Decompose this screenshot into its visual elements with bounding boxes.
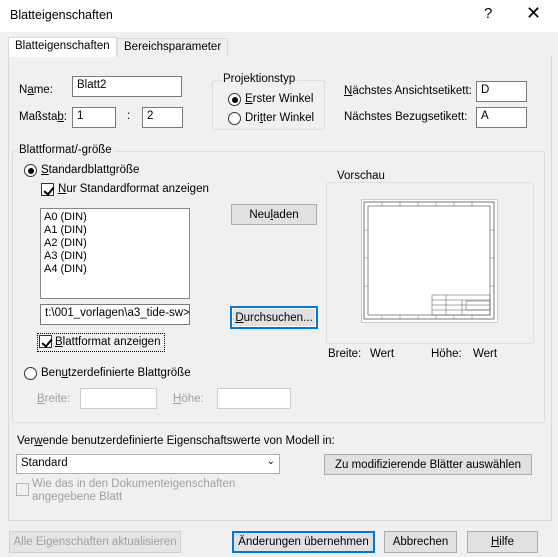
list-item[interactable]: A4 (DIN) [44,263,186,276]
help-title-button[interactable]: ? [484,5,492,22]
update-all-button[interactable]: Alle Eigenschaften aktualisieren [9,531,181,553]
custom-size-radio[interactable]: Benutzerdefinierte Blattgröße [24,366,204,381]
show-format-checkbox[interactable]: Blattformat anzeigen [37,333,165,352]
same-as-doc-checkbox[interactable]: Wie das in den Dokumenteigenschaften ange… [16,478,276,508]
modify-sheets-button[interactable]: Zu modifizierende Blätter auswählen [324,454,532,475]
checkbox-indicator [41,183,54,196]
radio-indicator [24,164,37,177]
scale-separator: : [127,110,131,122]
props-label: Verwende benutzerdefinierte Eigenschafts… [17,435,335,447]
next-view-input[interactable]: D [476,81,527,102]
preview-height-label: Höhe: [431,348,462,360]
sheet-preview [361,199,498,323]
preview-height-value: Wert [473,348,498,360]
list-item[interactable]: A3 (DIN) [44,250,186,263]
reload-button[interactable]: Neu l aden [231,204,317,225]
preview-width-label: Breite: [328,348,362,360]
custom-width-label: Breite: [37,393,71,405]
tab-bereichsparameter[interactable]: Bereichsparameter [117,38,229,57]
custom-width-input[interactable] [80,388,157,409]
title-bar: Blatteigenschaften ? ✕ [0,0,558,32]
preview-title: Vorschau [335,170,387,182]
size-listbox[interactable]: A0 (DIN) A1 (DIN) A2 (DIN) A3 (DIN) A4 (… [40,208,190,299]
next-ref-label: Nächstes Bezugsetikett: [344,111,468,123]
projection-third-label: Dritter Winkel [245,112,315,124]
checkbox-indicator [16,483,29,496]
props-select[interactable]: Standard ⌄ [16,454,280,474]
preview-width-value: Wert [370,348,395,360]
window-title: Blatteigenschaften [10,8,113,22]
tab-label: Bereichsparameter [124,41,222,53]
tab-blatteigenschaften[interactable]: Blatteigenschaften [8,37,117,57]
template-path-input[interactable]: t:\001_vorlagen\a3_tide-sw> [40,304,190,325]
custom-height-label: Höhe: [173,393,204,405]
sheet-preview-drawing [363,201,495,320]
props-select-value: Standard [21,457,68,469]
radio-indicator [24,367,37,380]
projection-first-radio[interactable]: Erster Winkel [228,92,323,107]
projection-title: Projektionstyp [221,73,298,85]
scale-denominator-input[interactable]: 2 [142,107,183,128]
cancel-button[interactable]: Abbrechen [384,531,457,553]
custom-size-label: Benutzerdefinierte Blattgröße [41,367,191,379]
scale-label: Maßstab: [19,111,67,123]
radio-indicator [228,93,241,106]
custom-height-input[interactable] [217,388,291,409]
show-format-label: Blattformat anzeigen [55,336,161,348]
projection-first-label: Erster Winkel [245,93,314,105]
name-label: Name: [19,84,53,96]
help-button[interactable]: Hilfe [467,531,538,553]
same-as-doc-label: Wie das in den Dokumenteigenschaften ange… [32,478,236,503]
list-item[interactable]: A1 (DIN) [44,224,186,237]
checkbox-indicator [39,335,52,348]
browse-button[interactable]: Durchsuchen... [230,306,318,329]
name-input[interactable]: Blatt2 [72,76,182,97]
tab-label: Blatteigenschaften [15,40,110,52]
list-item[interactable]: A0 (DIN) [44,211,186,224]
close-icon[interactable]: ✕ [526,3,541,24]
chevron-down-icon: ⌄ [266,456,275,467]
projection-third-radio[interactable]: Dritter Winkel [228,111,323,126]
only-standard-label: Nur Standardformat anzeigen [58,183,209,195]
next-ref-input[interactable]: A [476,107,527,128]
list-item[interactable]: A2 (DIN) [44,237,186,250]
radio-indicator [228,112,241,125]
only-standard-checkbox[interactable]: Nur Standardformat anzeigen [41,182,216,197]
standard-size-label: Standardblattgröße [41,164,140,176]
apply-button[interactable]: Änderungen übernehmen [232,531,375,553]
standard-size-radio[interactable]: Standardblattgröße [24,163,174,178]
scale-numerator-input[interactable]: 1 [72,107,116,128]
format-group-title: Blattformat/-größe [17,144,114,156]
next-view-label: Nächstes Ansichtsetikett: [344,85,472,97]
